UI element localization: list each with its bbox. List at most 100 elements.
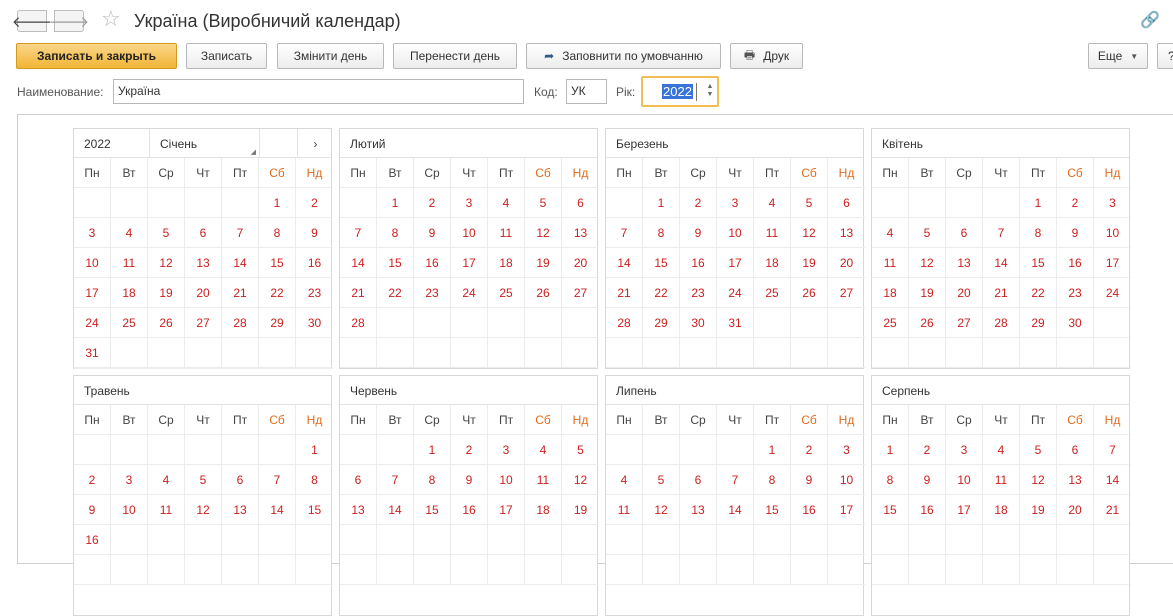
day-cell[interactable]: 11 bbox=[606, 495, 643, 525]
day-cell[interactable]: 10 bbox=[74, 248, 111, 278]
day-cell[interactable]: 9 bbox=[791, 465, 828, 495]
help-button[interactable]: ? bbox=[1157, 43, 1173, 69]
day-cell[interactable]: 12 bbox=[148, 248, 185, 278]
day-cell[interactable]: 27 bbox=[562, 278, 599, 308]
day-cell[interactable]: 8 bbox=[414, 465, 451, 495]
day-cell[interactable]: 13 bbox=[562, 218, 599, 248]
day-cell[interactable]: 3 bbox=[74, 218, 111, 248]
day-cell[interactable]: 15 bbox=[754, 495, 791, 525]
day-cell[interactable]: 1 bbox=[377, 188, 414, 218]
day-cell[interactable]: 7 bbox=[259, 465, 296, 495]
day-cell[interactable]: 2 bbox=[680, 188, 717, 218]
day-cell[interactable]: 31 bbox=[717, 308, 754, 338]
day-cell[interactable]: 5 bbox=[562, 435, 599, 465]
day-cell[interactable]: 1 bbox=[872, 435, 909, 465]
move-day-button[interactable]: Перенести день bbox=[393, 43, 517, 69]
day-cell[interactable]: 29 bbox=[643, 308, 680, 338]
day-cell[interactable]: 30 bbox=[1057, 308, 1094, 338]
day-cell[interactable]: 6 bbox=[222, 465, 259, 495]
day-cell[interactable]: 5 bbox=[525, 188, 562, 218]
day-cell[interactable]: 3 bbox=[488, 435, 525, 465]
year-input[interactable]: 2022 ▲ ▼ bbox=[641, 76, 719, 107]
day-cell[interactable]: 19 bbox=[909, 278, 946, 308]
day-cell[interactable]: 9 bbox=[414, 218, 451, 248]
day-cell[interactable]: 6 bbox=[1057, 435, 1094, 465]
day-cell[interactable]: 22 bbox=[643, 278, 680, 308]
day-cell[interactable]: 16 bbox=[680, 248, 717, 278]
day-cell[interactable]: 1 bbox=[414, 435, 451, 465]
day-cell[interactable]: 15 bbox=[643, 248, 680, 278]
day-cell[interactable]: 3 bbox=[946, 435, 983, 465]
day-cell[interactable]: 26 bbox=[791, 278, 828, 308]
day-cell[interactable]: 24 bbox=[1094, 278, 1131, 308]
day-cell[interactable]: 4 bbox=[872, 218, 909, 248]
day-cell[interactable]: 15 bbox=[414, 495, 451, 525]
day-cell[interactable]: 5 bbox=[643, 465, 680, 495]
day-cell[interactable]: 3 bbox=[451, 188, 488, 218]
save-button[interactable]: Записать bbox=[186, 43, 267, 69]
day-cell[interactable]: 10 bbox=[946, 465, 983, 495]
day-cell[interactable]: 17 bbox=[1094, 248, 1131, 278]
day-cell[interactable]: 14 bbox=[377, 495, 414, 525]
day-cell[interactable]: 22 bbox=[259, 278, 296, 308]
day-cell[interactable]: 2 bbox=[451, 435, 488, 465]
day-cell[interactable]: 12 bbox=[562, 465, 599, 495]
day-cell[interactable]: 18 bbox=[983, 495, 1020, 525]
day-cell[interactable]: 28 bbox=[340, 308, 377, 338]
day-cell[interactable]: 20 bbox=[946, 278, 983, 308]
day-cell[interactable]: 24 bbox=[74, 308, 111, 338]
link-icon[interactable]: 🔗 bbox=[1140, 10, 1160, 30]
day-cell[interactable]: 11 bbox=[754, 218, 791, 248]
day-cell[interactable]: 18 bbox=[872, 278, 909, 308]
day-cell[interactable]: 10 bbox=[1094, 218, 1131, 248]
day-cell[interactable]: 12 bbox=[643, 495, 680, 525]
day-cell[interactable]: 17 bbox=[451, 248, 488, 278]
day-cell[interactable]: 10 bbox=[111, 495, 148, 525]
day-cell[interactable]: 2 bbox=[791, 435, 828, 465]
day-cell[interactable]: 22 bbox=[1020, 278, 1057, 308]
day-cell[interactable]: 6 bbox=[185, 218, 222, 248]
day-cell[interactable]: 14 bbox=[340, 248, 377, 278]
day-cell[interactable]: 30 bbox=[680, 308, 717, 338]
day-cell[interactable]: 2 bbox=[1057, 188, 1094, 218]
day-cell[interactable]: 25 bbox=[754, 278, 791, 308]
day-cell[interactable]: 1 bbox=[643, 188, 680, 218]
day-cell[interactable]: 11 bbox=[525, 465, 562, 495]
day-cell[interactable]: 19 bbox=[525, 248, 562, 278]
day-cell[interactable]: 12 bbox=[791, 218, 828, 248]
day-cell[interactable]: 4 bbox=[525, 435, 562, 465]
day-cell[interactable]: 13 bbox=[1057, 465, 1094, 495]
day-cell[interactable]: 1 bbox=[1020, 188, 1057, 218]
day-cell[interactable]: 13 bbox=[946, 248, 983, 278]
day-cell[interactable]: 21 bbox=[1094, 495, 1131, 525]
day-cell[interactable]: 20 bbox=[562, 248, 599, 278]
day-cell[interactable]: 11 bbox=[488, 218, 525, 248]
month-select[interactable]: Січень ◢ bbox=[149, 129, 260, 158]
day-cell[interactable]: 20 bbox=[828, 248, 865, 278]
day-cell[interactable]: 9 bbox=[680, 218, 717, 248]
day-cell[interactable]: 10 bbox=[717, 218, 754, 248]
day-cell[interactable]: 17 bbox=[74, 278, 111, 308]
day-cell[interactable]: 9 bbox=[451, 465, 488, 495]
day-cell[interactable]: 7 bbox=[983, 218, 1020, 248]
day-cell[interactable]: 11 bbox=[148, 495, 185, 525]
day-cell[interactable]: 7 bbox=[1094, 435, 1131, 465]
day-cell[interactable]: 19 bbox=[791, 248, 828, 278]
day-cell[interactable]: 7 bbox=[340, 218, 377, 248]
day-cell[interactable]: 25 bbox=[111, 308, 148, 338]
day-cell[interactable]: 7 bbox=[717, 465, 754, 495]
day-cell[interactable]: 16 bbox=[74, 525, 111, 555]
day-cell[interactable]: 25 bbox=[872, 308, 909, 338]
day-cell[interactable]: 12 bbox=[525, 218, 562, 248]
day-cell[interactable]: 13 bbox=[828, 218, 865, 248]
day-cell[interactable]: 6 bbox=[946, 218, 983, 248]
day-cell[interactable]: 23 bbox=[414, 278, 451, 308]
day-cell[interactable]: 11 bbox=[872, 248, 909, 278]
day-cell[interactable]: 28 bbox=[983, 308, 1020, 338]
day-cell[interactable]: 14 bbox=[259, 495, 296, 525]
day-cell[interactable]: 29 bbox=[259, 308, 296, 338]
save-and-close-button[interactable]: Записать и закрыть bbox=[16, 43, 177, 69]
day-cell[interactable]: 26 bbox=[909, 308, 946, 338]
day-cell[interactable]: 3 bbox=[717, 188, 754, 218]
day-cell[interactable]: 4 bbox=[754, 188, 791, 218]
